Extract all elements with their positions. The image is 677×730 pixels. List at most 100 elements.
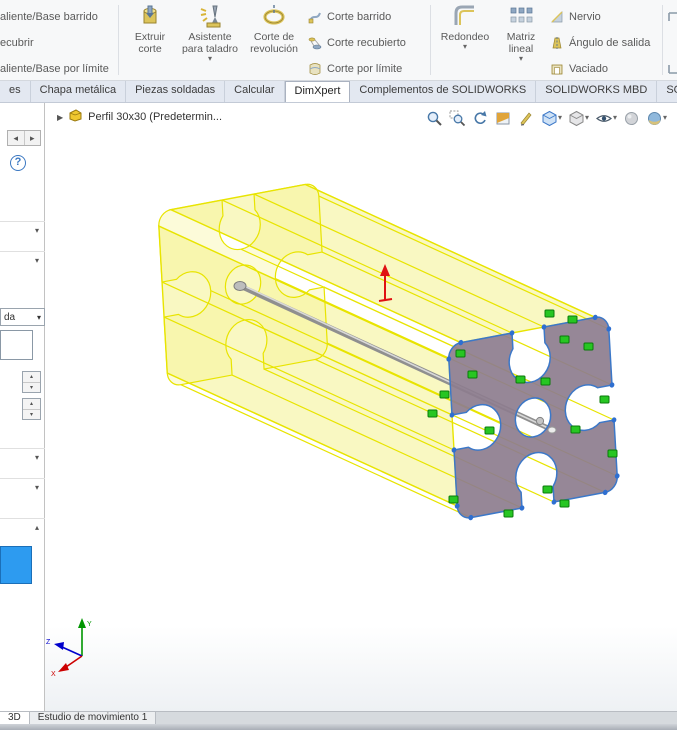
- clipped-ribbon-icon: [668, 6, 677, 28]
- shell-button[interactable]: Vaciado: [550, 58, 608, 80]
- selection-list-box[interactable]: [0, 330, 33, 360]
- workspace: ◂ ▸ ? ▾ ▾ da ▾ ▴ ▾ ▴ ▾ ▾ ▾ ▴ ▶ Perfil 30…: [0, 103, 677, 711]
- ribbon-separator: [430, 5, 431, 75]
- property-manager-panel: ◂ ▸ ? ▾ ▾ da ▾ ▴ ▾ ▴ ▾ ▾ ▾ ▴: [0, 103, 45, 711]
- solidworks-window: aliente/Base barrido ecubrir aliente/Bas…: [0, 0, 677, 730]
- ribbon-button-loft-sweep[interactable]: aliente/Base barrido: [0, 6, 98, 28]
- heads-up-toolbar: ▾ ▾ ▾ ▾: [424, 107, 669, 129]
- annotation-visibility-button[interactable]: [516, 107, 537, 129]
- dimxpert-relation-badge[interactable]: [427, 409, 438, 418]
- extruded-cut-icon: [137, 3, 163, 29]
- zoom-fit-button[interactable]: [424, 107, 445, 129]
- feature-tree-root[interactable]: ▶ Perfil 30x30 (Predetermin...: [57, 109, 222, 125]
- dropdown-caret-icon[interactable]: ▾: [463, 43, 467, 51]
- dimxpert-relation-badge[interactable]: [599, 395, 610, 404]
- model-tab[interactable]: 3D: [0, 712, 30, 724]
- rib-button[interactable]: Nervio: [550, 6, 601, 28]
- tab-complementos[interactable]: Complementos de SOLIDWORKS: [350, 81, 537, 102]
- tab-operaciones-clipped[interactable]: es: [0, 81, 31, 102]
- dropdown-caret-icon[interactable]: ▾: [613, 114, 617, 122]
- dimxpert-relation-badge[interactable]: [455, 349, 466, 358]
- value-spinner[interactable]: ▴ ▾: [22, 398, 41, 420]
- dimxpert-relation-badge[interactable]: [439, 390, 450, 399]
- model-3d[interactable]: [158, 130, 621, 573]
- scene-sphere-icon: [647, 111, 661, 125]
- selection-combo[interactable]: da ▾: [0, 308, 45, 326]
- extruded-cut-button[interactable]: Extruir corte: [124, 3, 176, 55]
- dimxpert-relation-badge[interactable]: [567, 315, 578, 324]
- fillet-button[interactable]: Redondeo ▾: [436, 3, 494, 51]
- lofted-cut-button[interactable]: Corte recubierto: [308, 32, 406, 54]
- model-scene[interactable]: Y Z X: [45, 103, 677, 711]
- ribbon-label: Corte por límite: [327, 63, 403, 75]
- help-icon[interactable]: ?: [10, 155, 26, 171]
- tab-solidworks-mbd[interactable]: SOLIDWORKS MBD: [536, 81, 658, 102]
- bottom-tab-bar: 3D Estudio de movimiento 1: [0, 711, 677, 724]
- graphics-area[interactable]: ▶ Perfil 30x30 (Predetermin... ▾ ▾ ▾ ▾ Y…: [45, 103, 677, 711]
- tab-clipped-right[interactable]: SOLID: [657, 81, 677, 102]
- eye-icon: [595, 114, 612, 122]
- dimxpert-relation-badge[interactable]: [448, 495, 459, 504]
- dropdown-caret-icon[interactable]: ▾: [663, 114, 667, 122]
- rod-tip: [535, 416, 545, 426]
- color-swatch[interactable]: [0, 546, 32, 584]
- dimxpert-relation-badge[interactable]: [467, 370, 478, 379]
- chevron-down-icon: ▾: [34, 483, 39, 492]
- dropdown-caret-icon[interactable]: ▾: [519, 55, 523, 63]
- nav-forward-icon[interactable]: ▸: [25, 131, 41, 145]
- hide-show-items-button[interactable]: ▾: [593, 107, 619, 129]
- swept-cut-button[interactable]: Corte barrido: [308, 6, 391, 28]
- dimxpert-relation-badge[interactable]: [515, 375, 526, 384]
- apply-scene-button[interactable]: ▾: [644, 107, 669, 129]
- edit-appearance-button[interactable]: [621, 107, 642, 129]
- section-view-button[interactable]: [493, 107, 514, 129]
- motion-study-tab[interactable]: Estudio de movimiento 1: [29, 712, 157, 724]
- boundary-cut-button[interactable]: Corte por límite: [308, 58, 402, 80]
- revolved-cut-button[interactable]: Corte de revolución: [243, 3, 305, 55]
- dimxpert-relation-badge[interactable]: [544, 309, 555, 318]
- previous-view-button[interactable]: [470, 107, 491, 129]
- dimxpert-relation-badge[interactable]: [484, 426, 495, 435]
- group-collapse-row[interactable]: ▾: [0, 221, 45, 239]
- z-axis-label: Z: [46, 639, 51, 646]
- draft-button[interactable]: Ángulo de salida: [550, 32, 650, 54]
- group-collapse-row[interactable]: ▾: [0, 478, 45, 496]
- dropdown-caret-icon[interactable]: ▾: [208, 55, 212, 63]
- group-expand-row[interactable]: ▴: [0, 518, 45, 536]
- tab-dimxpert[interactable]: DimXpert: [284, 81, 351, 102]
- shell-icon: [550, 62, 564, 76]
- dropdown-caret-icon[interactable]: ▾: [585, 114, 589, 122]
- dropdown-caret-icon[interactable]: ▾: [558, 114, 562, 122]
- boundary-cut-icon: [308, 62, 322, 76]
- spin-down-icon: ▾: [29, 385, 33, 391]
- dimxpert-relation-badge[interactable]: [570, 425, 581, 434]
- dimxpert-relation-badge[interactable]: [607, 449, 618, 458]
- dimxpert-relation-badge[interactable]: [542, 485, 553, 494]
- chevron-down-icon: ▾: [34, 453, 39, 462]
- display-style-button[interactable]: ▾: [566, 107, 591, 129]
- value-spinner[interactable]: ▴ ▾: [22, 371, 41, 393]
- z-axis-arrowhead: [54, 642, 64, 650]
- ribbon-button-loft[interactable]: ecubrir: [0, 32, 34, 54]
- hole-wizard-button[interactable]: Asistente para taladro ▾: [178, 3, 242, 63]
- ribbon-button-boundary[interactable]: aliente/Base por límite: [0, 58, 109, 80]
- appearance-sphere-icon: [624, 111, 638, 125]
- combo-value: da: [4, 311, 16, 323]
- tab-chapa-metalica[interactable]: Chapa metálica: [31, 81, 127, 102]
- dimxpert-relation-badge[interactable]: [540, 377, 551, 386]
- dimxpert-relation-badge[interactable]: [583, 342, 594, 351]
- group-collapse-row[interactable]: ▾: [0, 448, 45, 466]
- dimxpert-relation-badge[interactable]: [559, 499, 570, 508]
- tab-piezas-soldadas[interactable]: Piezas soldadas: [126, 81, 226, 102]
- revolved-cut-icon: [261, 3, 287, 29]
- group-collapse-row[interactable]: ▾: [0, 251, 45, 269]
- tab-calcular[interactable]: Calcular: [225, 81, 285, 102]
- zoom-area-button[interactable]: [447, 107, 468, 129]
- view-orientation-button[interactable]: ▾: [539, 107, 564, 129]
- dimxpert-relation-badge[interactable]: [559, 335, 570, 344]
- dimxpert-relation-badge[interactable]: [503, 509, 514, 518]
- nav-back-icon[interactable]: ◂: [8, 131, 25, 145]
- origin-triad[interactable]: Y Z X: [46, 618, 92, 678]
- tree-expand-icon[interactable]: ▶: [57, 113, 63, 122]
- linear-pattern-button[interactable]: Matriz lineal ▾: [496, 3, 546, 63]
